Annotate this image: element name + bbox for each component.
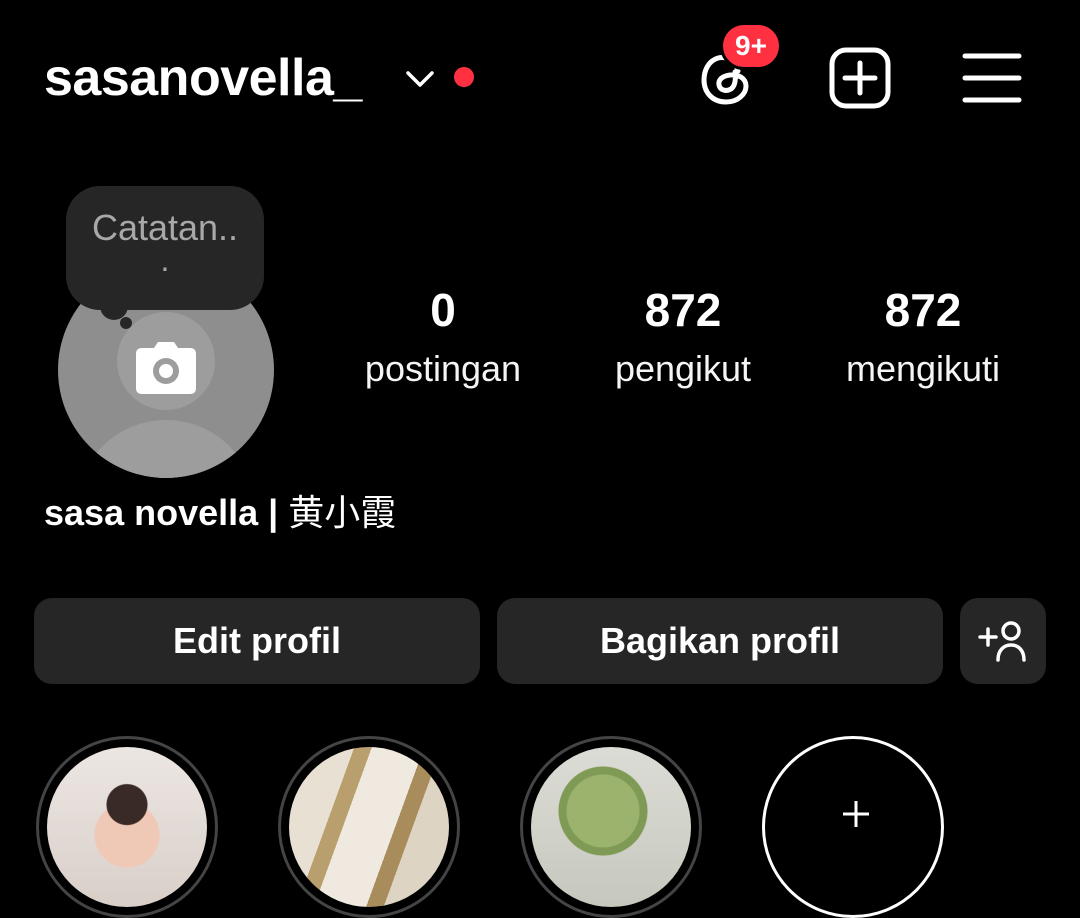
note-bubble[interactable]: Catatan.. . <box>66 186 264 310</box>
profile-name-cjk: 黄小霞 <box>288 492 397 533</box>
followers-count: 872 <box>644 284 722 336</box>
chevron-down-icon[interactable] <box>404 64 436 92</box>
note-placeholder-text-cont: . <box>160 242 170 278</box>
new-highlight-button[interactable] <box>762 736 944 918</box>
edit-profile-button[interactable]: Edit profil <box>34 598 480 684</box>
following-count: 872 <box>884 284 962 336</box>
posts-stat[interactable]: 0 postingan <box>333 280 553 398</box>
menu-icon[interactable] <box>962 50 1022 106</box>
share-profile-button[interactable]: Bagikan profil <box>497 598 943 684</box>
highlight-thumbnail <box>289 747 449 907</box>
add-person-icon <box>978 621 1026 662</box>
story-highlight[interactable] <box>520 736 702 918</box>
story-highlight[interactable] <box>278 736 460 918</box>
camera-icon <box>136 342 196 394</box>
following-label: mengikuti <box>845 348 1001 389</box>
posts-label: postingan <box>364 348 522 389</box>
plus-icon <box>843 801 869 827</box>
profile-name-latin: sasa novella | <box>44 492 289 533</box>
notification-badge: 9+ <box>720 22 782 70</box>
avatar-body-placeholder <box>76 420 256 478</box>
profile-name: sasa novella | 黄小霞 <box>44 488 396 538</box>
followers-stat[interactable]: 872 pengikut <box>573 280 793 398</box>
followers-label: pengikut <box>614 348 752 389</box>
story-highlight[interactable] <box>36 736 218 918</box>
highlight-thumbnail <box>531 747 691 907</box>
following-stat[interactable]: 872 mengikuti <box>813 280 1033 398</box>
unread-dot <box>454 67 474 87</box>
discover-people-button[interactable] <box>960 598 1046 684</box>
note-bubble-tail-small <box>120 317 132 329</box>
posts-count: 0 <box>430 284 456 336</box>
create-icon[interactable] <box>828 46 892 110</box>
highlight-thumbnail <box>47 747 207 907</box>
username-title[interactable]: sasanovella_ <box>44 46 362 110</box>
